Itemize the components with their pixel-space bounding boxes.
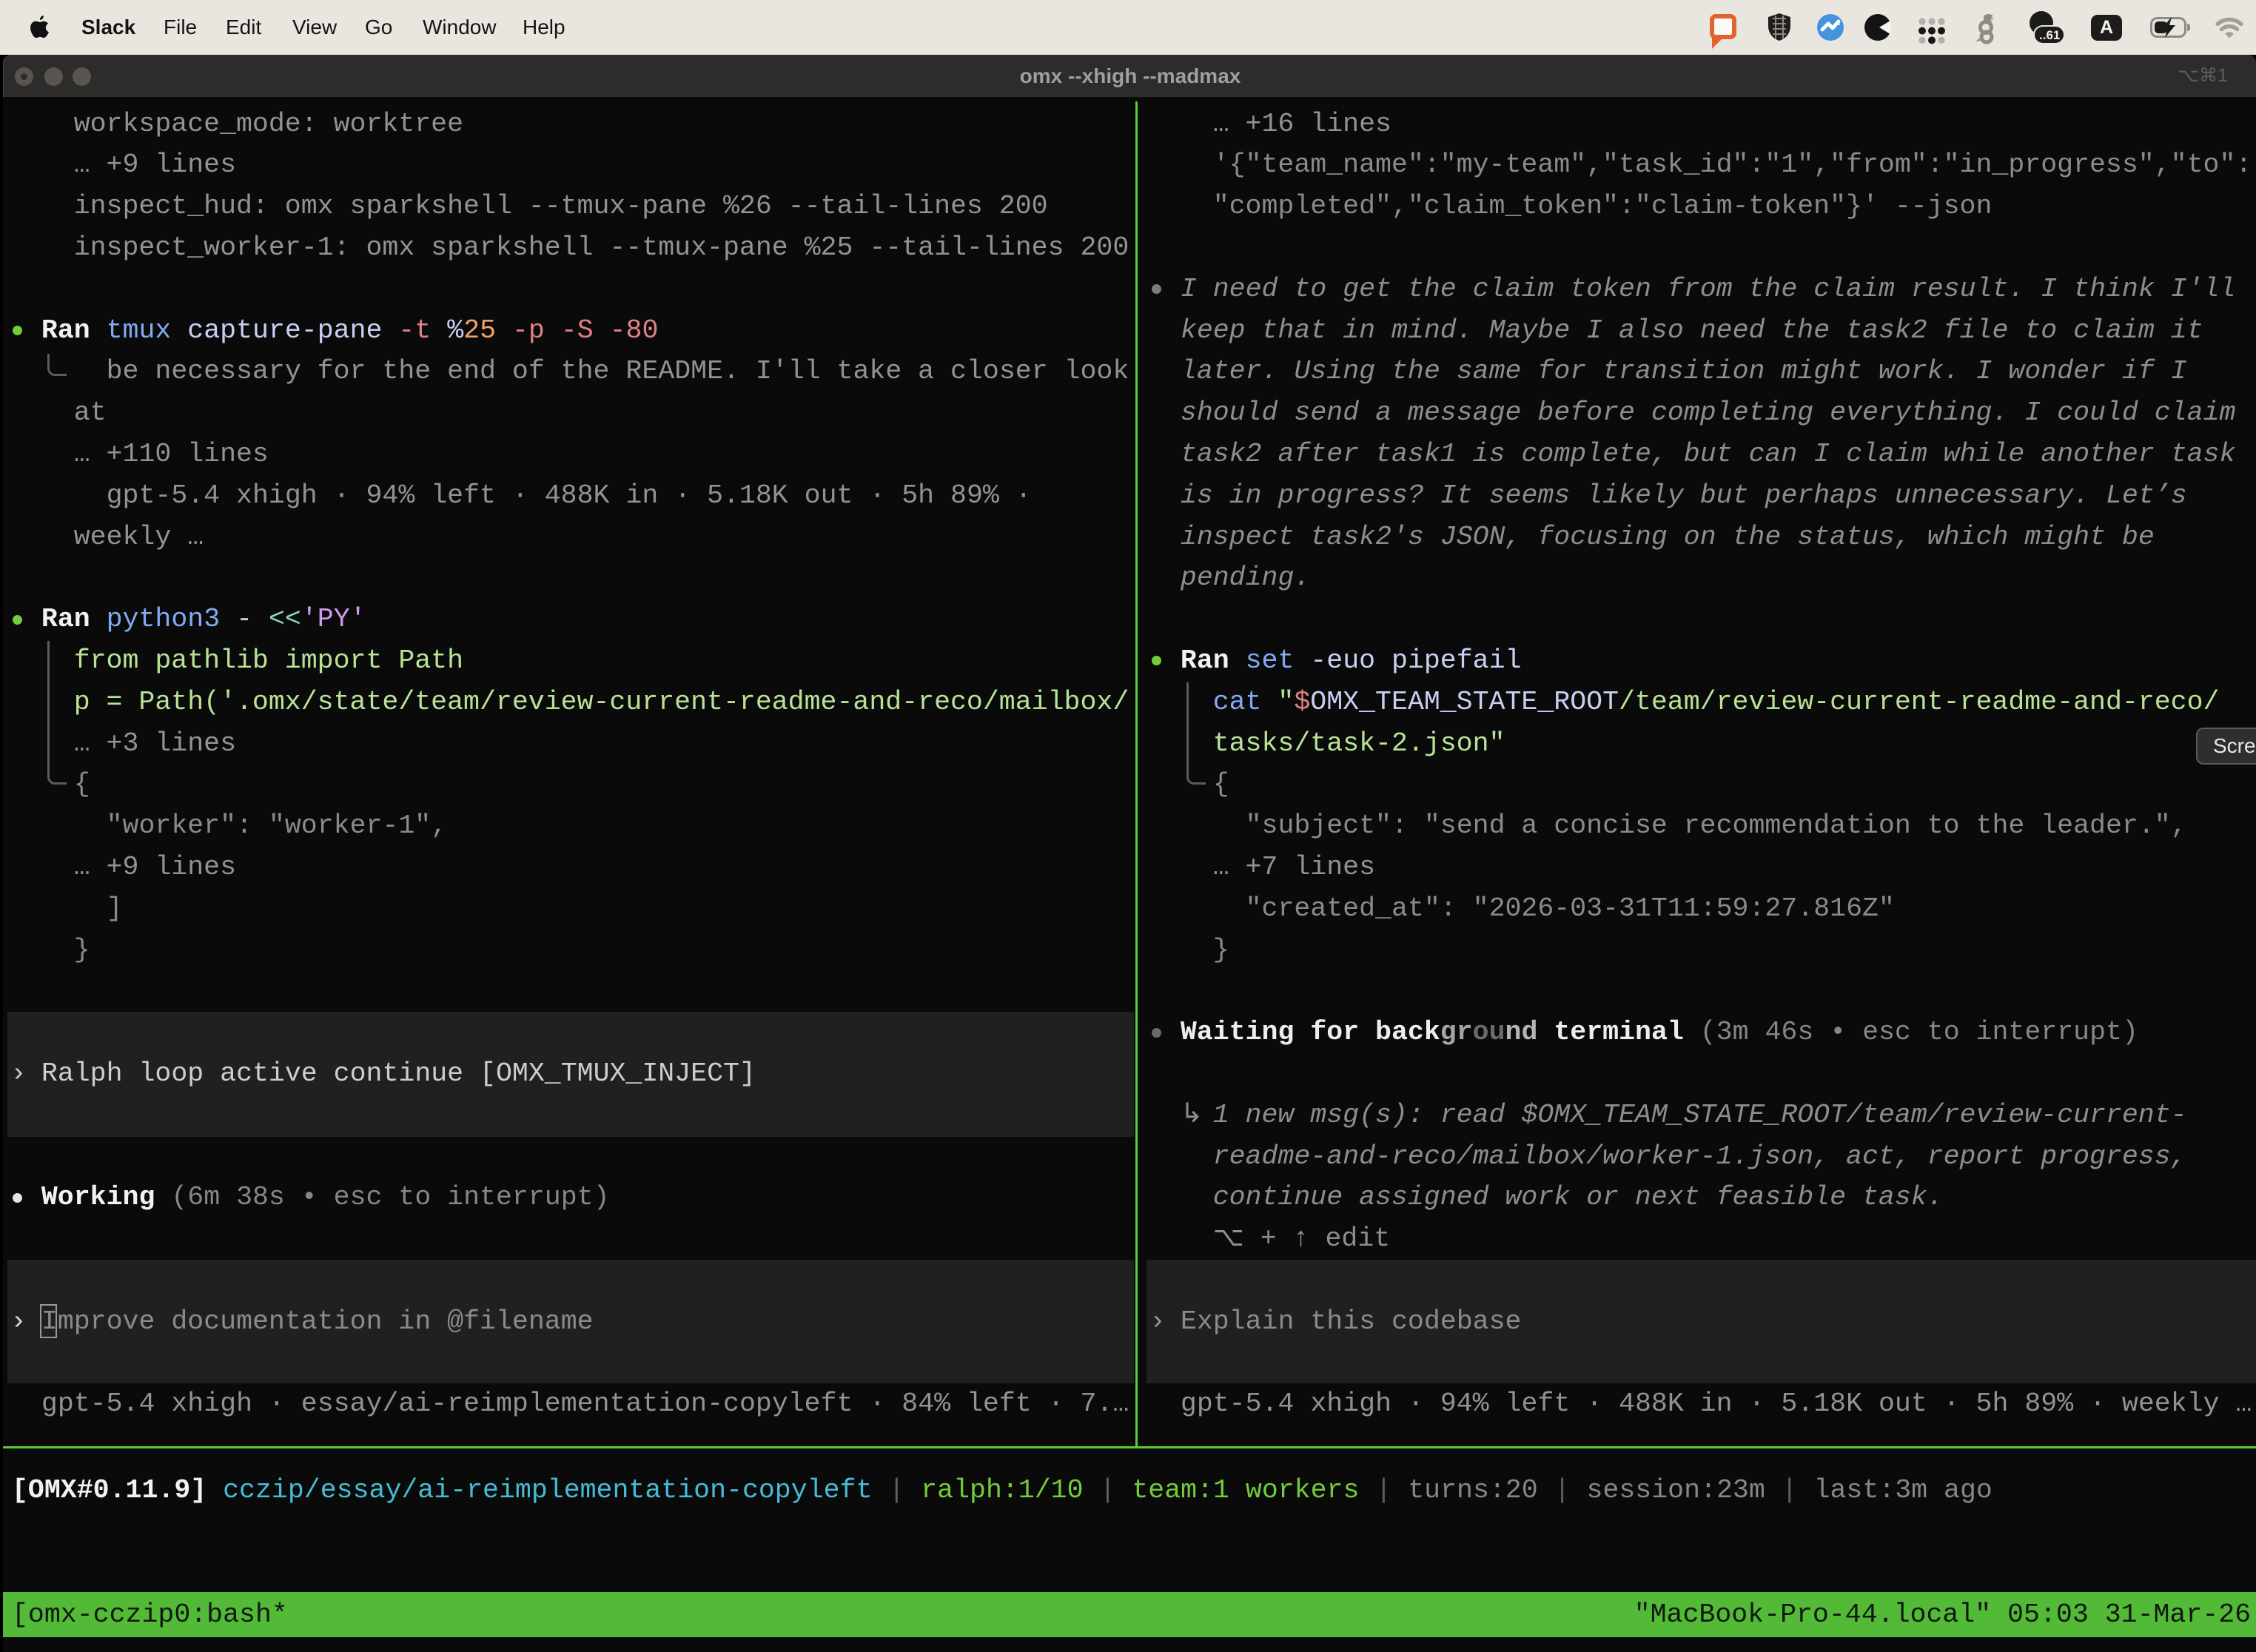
svg-text:..61: ..61 bbox=[2039, 28, 2060, 42]
